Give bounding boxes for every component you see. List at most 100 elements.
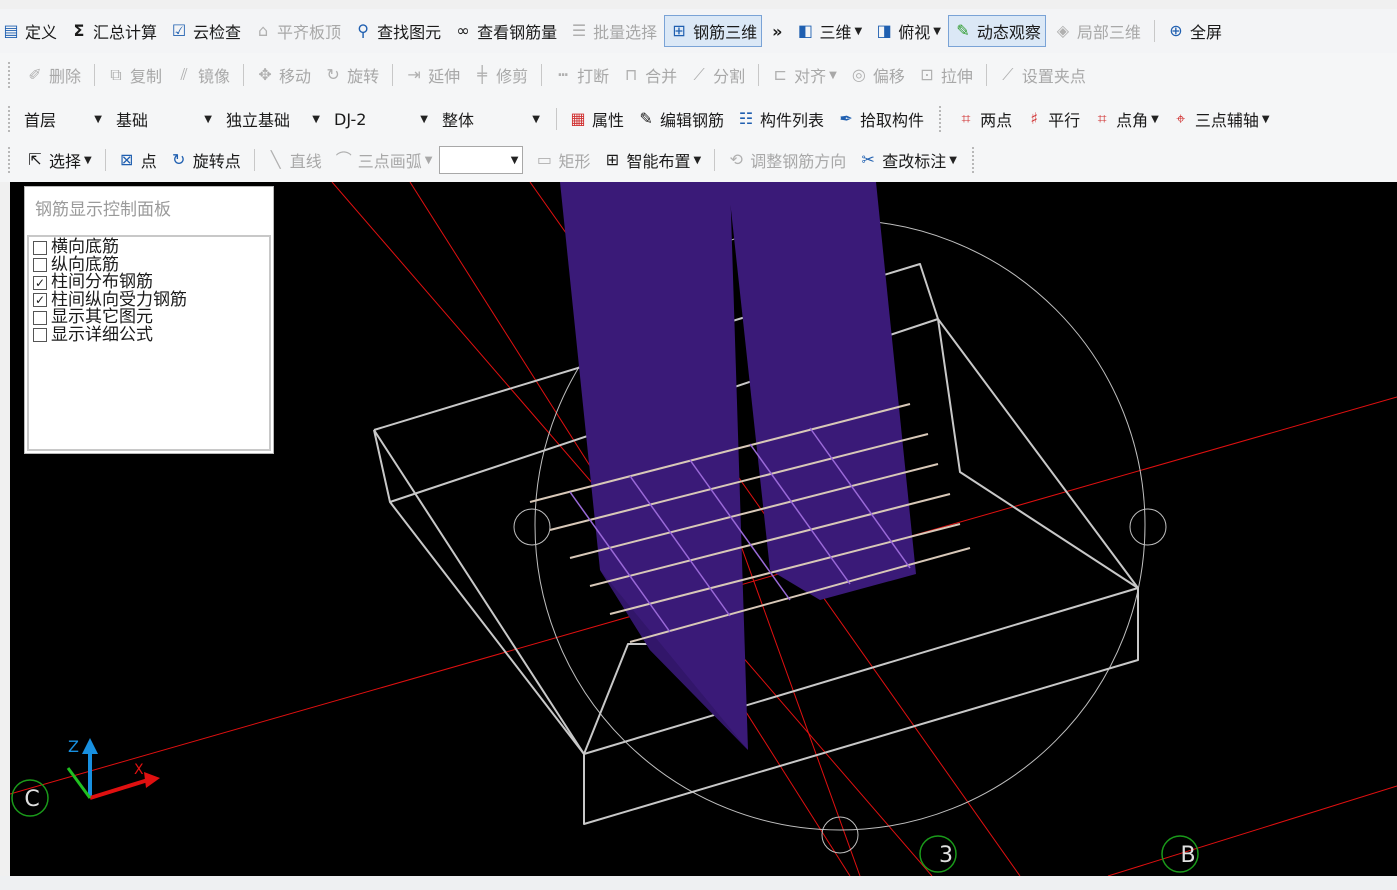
chevron-down-icon[interactable]: ▼ bbox=[854, 26, 862, 37]
chevron-down-icon[interactable]: ▼ bbox=[94, 114, 102, 125]
batch-select-icon: ☰ bbox=[571, 21, 587, 40]
chevron-down-icon[interactable]: ▼ bbox=[829, 70, 837, 81]
split-label: 分割 bbox=[713, 67, 746, 86]
3d-view-button[interactable]: ◧ 三维 ▼ bbox=[790, 15, 867, 47]
check-annotation-button[interactable]: ✂ 查改标注 ▼ bbox=[853, 144, 962, 176]
partial-3d-button[interactable]: ◈ 局部三维 bbox=[1048, 15, 1146, 47]
point-button[interactable]: ⊠ 点 bbox=[112, 144, 162, 176]
batch-select-label: 批量选择 bbox=[593, 23, 658, 42]
line-button[interactable]: ╲ 直线 bbox=[261, 144, 327, 176]
cloud-check-button[interactable]: ☑ 云检查 bbox=[164, 15, 246, 47]
move-button[interactable]: ✥ 移动 bbox=[250, 59, 316, 91]
rotate-label: 旋转 bbox=[347, 67, 380, 86]
checkbox-checked[interactable]: ✓ bbox=[33, 293, 47, 308]
two-point-button[interactable]: ⌗ 两点 bbox=[951, 103, 1017, 135]
orbit-handle-bottom[interactable] bbox=[821, 816, 859, 854]
merge-button[interactable]: ⊓ 合并 bbox=[616, 59, 682, 91]
parallel-button[interactable]: ♯ 平行 bbox=[1019, 103, 1085, 135]
column-left[interactable] bbox=[560, 182, 748, 750]
option-show-other-elements[interactable]: 显示其它图元 bbox=[29, 309, 269, 327]
chevron-down-icon[interactable]: ▼ bbox=[511, 155, 519, 166]
summary-calc-button[interactable]: Σ 汇总计算 bbox=[64, 15, 162, 47]
align-icon: ⊏ bbox=[773, 65, 787, 84]
split-button[interactable]: ⟋ 分割 bbox=[684, 59, 750, 91]
checkbox[interactable] bbox=[33, 240, 47, 255]
toolbar-grip[interactable] bbox=[8, 147, 14, 173]
type-select[interactable]: 独立基础 ▼ bbox=[222, 104, 324, 134]
checkbox[interactable] bbox=[33, 310, 47, 325]
component-list-button[interactable]: ☷ 构件列表 bbox=[731, 103, 829, 135]
chevron-down-icon[interactable]: ▼ bbox=[312, 114, 320, 125]
offset-button[interactable]: ◎ 偏移 bbox=[844, 59, 910, 91]
view-rebar-quantity-button[interactable]: ∞ 查看钢筋量 bbox=[448, 15, 562, 47]
toolbar-grip[interactable] bbox=[971, 147, 978, 173]
chevron-down-icon[interactable]: ▼ bbox=[532, 114, 540, 125]
orbit-handle-right[interactable] bbox=[1129, 508, 1167, 546]
scope-select[interactable]: 整体 ▼ bbox=[438, 104, 544, 134]
toolbar-overflow-chevron[interactable]: » bbox=[772, 22, 782, 41]
chevron-down-icon[interactable]: ▼ bbox=[1262, 114, 1270, 125]
rotate-point-button[interactable]: ↻ 旋转点 bbox=[164, 144, 246, 176]
chevron-down-icon[interactable]: ▼ bbox=[949, 155, 957, 166]
align-slab-top-button[interactable]: ⌂ 平齐板顶 bbox=[248, 15, 346, 47]
extend-icon: ⇥ bbox=[407, 65, 421, 84]
merge-icon: ⊓ bbox=[624, 65, 638, 84]
x-axis-label: X bbox=[134, 762, 144, 778]
floor-select[interactable]: 首层 ▼ bbox=[20, 104, 106, 134]
chevron-down-icon[interactable]: ▼ bbox=[1151, 114, 1159, 125]
align-button[interactable]: ⊏ 对齐 ▼ bbox=[765, 59, 842, 91]
arc-option-select[interactable]: ▼ bbox=[439, 146, 524, 174]
chevron-down-icon[interactable]: ▼ bbox=[425, 155, 433, 166]
break-button[interactable]: ┅ 打断 bbox=[548, 59, 614, 91]
category-select[interactable]: 基础 ▼ bbox=[112, 104, 216, 134]
adjust-rebar-direction-button[interactable]: ⟲ 调整钢筋方向 bbox=[721, 144, 851, 176]
stretch-label: 拉伸 bbox=[940, 67, 973, 86]
chevron-down-icon[interactable]: ▼ bbox=[84, 155, 92, 166]
checkbox-checked[interactable]: ✓ bbox=[33, 275, 47, 290]
stretch-button[interactable]: ⊡ 拉伸 bbox=[912, 59, 978, 91]
set-grip-button[interactable]: ⟋ 设置夹点 bbox=[993, 59, 1091, 91]
full-screen-button[interactable]: ⊕ 全屏 bbox=[1161, 15, 1227, 47]
three-point-axis-button[interactable]: ⌖ 三点辅轴 ▼ bbox=[1166, 103, 1275, 135]
select-button[interactable]: ⇱ 选择 ▼ bbox=[20, 144, 97, 176]
columns[interactable] bbox=[560, 182, 916, 750]
chevron-down-icon[interactable]: ▼ bbox=[204, 114, 212, 125]
smart-layout-button[interactable]: ⊞ 智能布置 ▼ bbox=[598, 144, 707, 176]
pick-component-button[interactable]: ✒ 拾取构件 bbox=[831, 103, 929, 135]
checkbox[interactable] bbox=[33, 258, 47, 273]
dynamic-orbit-button[interactable]: ✎ 动态观察 bbox=[947, 15, 1046, 47]
toolbar-grip[interactable] bbox=[939, 106, 945, 132]
checkbox[interactable] bbox=[33, 328, 47, 343]
pick-icon: ✒ bbox=[839, 109, 853, 128]
point-angle-button[interactable]: ⌗ 点角 ▼ bbox=[1087, 103, 1164, 135]
rectangle-icon: ▭ bbox=[536, 150, 553, 169]
trim-button[interactable]: ╪ 修剪 bbox=[467, 59, 533, 91]
option-transverse-bottom-bar[interactable]: 横向底筋 bbox=[29, 239, 269, 257]
toolbar-grip[interactable] bbox=[8, 62, 14, 88]
rectangle-button[interactable]: ▭ 矩形 bbox=[529, 144, 595, 176]
copy-button[interactable]: ⧉ 复制 bbox=[101, 59, 167, 91]
chevron-down-icon[interactable]: ▼ bbox=[420, 114, 428, 125]
toolbar-grip[interactable] bbox=[8, 106, 14, 132]
orbit-handle-left[interactable] bbox=[513, 508, 551, 546]
extend-button[interactable]: ⇥ 延伸 bbox=[399, 59, 465, 91]
three-point-arc-button[interactable]: ⌒ 三点画弧 ▼ bbox=[329, 144, 438, 176]
delete-button[interactable]: ✐ 删除 bbox=[20, 59, 86, 91]
partial-3d-label: 局部三维 bbox=[1076, 23, 1141, 42]
zoom-full-icon: ⊕ bbox=[1169, 21, 1183, 40]
mirror-button[interactable]: ⫽ 镜像 bbox=[169, 59, 235, 91]
rotate-button[interactable]: ↻ 旋转 bbox=[318, 59, 384, 91]
properties-button[interactable]: ▦ 属性 bbox=[563, 103, 629, 135]
component-select[interactable]: DJ-2 ▼ bbox=[330, 104, 432, 134]
top-view-button[interactable]: ◨ 俯视 ▼ bbox=[869, 15, 946, 47]
chevron-down-icon[interactable]: ▼ bbox=[694, 155, 702, 166]
batch-select-button[interactable]: ☰ 批量选择 bbox=[564, 15, 662, 47]
define-button[interactable]: ▤ 定义 bbox=[0, 15, 62, 47]
chevron-down-icon[interactable]: ▼ bbox=[933, 26, 941, 37]
option-inter-column-distribution-bar[interactable]: ✓ 柱间分布钢筋 bbox=[29, 274, 269, 292]
two-point-label: 两点 bbox=[980, 111, 1013, 130]
rebar-3d-button[interactable]: ⊞ 钢筋三维 bbox=[664, 15, 763, 47]
option-show-detailed-formula[interactable]: 显示详细公式 bbox=[29, 326, 269, 345]
edit-rebar-button[interactable]: ✎ 编辑钢筋 bbox=[631, 103, 729, 135]
find-element-button[interactable]: ⚲ 查找图元 bbox=[348, 15, 446, 47]
